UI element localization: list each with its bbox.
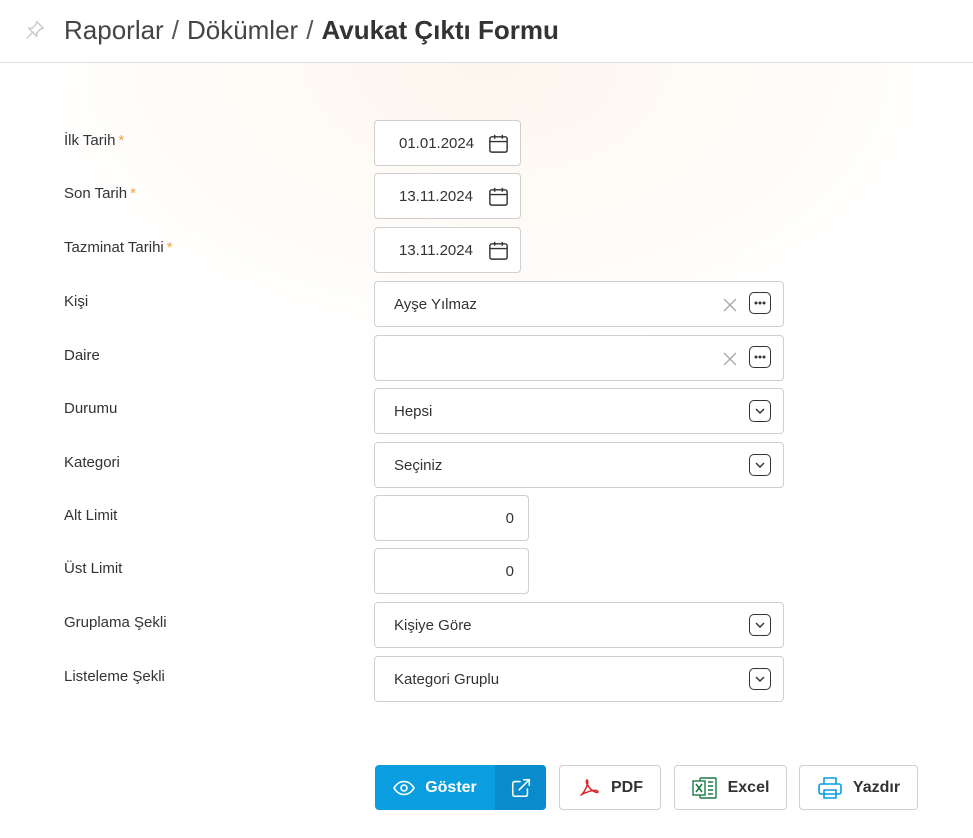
breadcrumb-separator: / bbox=[306, 15, 314, 45]
show-button-group: Göster bbox=[375, 765, 546, 810]
end-date-input[interactable]: 13.11.2024 bbox=[374, 173, 521, 219]
breadcrumb-separator: / bbox=[171, 15, 179, 45]
person-label: Kişi bbox=[64, 293, 89, 310]
calendar-icon[interactable] bbox=[487, 239, 510, 262]
clear-icon[interactable] bbox=[723, 298, 737, 312]
person-lookup-input[interactable]: Ayşe Yılmaz bbox=[374, 281, 784, 327]
ellipsis-icon bbox=[754, 301, 766, 305]
pdf-icon bbox=[580, 778, 599, 796]
listing-value: Kategori Gruplu bbox=[394, 671, 500, 688]
dropdown-toggle[interactable] bbox=[749, 614, 771, 636]
upper-limit-label: Üst Limit bbox=[64, 560, 123, 577]
eye-icon bbox=[393, 780, 416, 795]
category-label: Kategori bbox=[64, 454, 120, 471]
dropdown-toggle[interactable] bbox=[749, 400, 771, 422]
required-mark: * bbox=[166, 239, 173, 256]
clear-icon[interactable] bbox=[723, 352, 737, 366]
compensation-date-label: Tazminat Tarihi * bbox=[64, 239, 173, 256]
person-value: Ayşe Yılmaz bbox=[394, 296, 477, 313]
page-title: Avukat Çıktı Formu bbox=[321, 15, 559, 45]
calendar-icon[interactable] bbox=[487, 132, 510, 155]
required-mark: * bbox=[118, 132, 125, 149]
category-select[interactable]: Seçiniz bbox=[374, 442, 784, 488]
pdf-button-label: PDF bbox=[611, 778, 643, 796]
external-link-icon bbox=[511, 778, 530, 797]
open-in-new-window-button[interactable] bbox=[495, 765, 546, 810]
calendar-icon[interactable] bbox=[487, 185, 510, 208]
excel-button[interactable]: Excel bbox=[674, 765, 787, 810]
ellipsis-icon bbox=[754, 355, 766, 359]
apartment-lookup-input[interactable] bbox=[374, 335, 784, 381]
pin-icon[interactable] bbox=[24, 19, 46, 41]
listing-label: Listeleme Şekli bbox=[64, 668, 165, 685]
chevron-down-icon bbox=[755, 462, 765, 468]
lower-limit-label: Alt Limit bbox=[64, 507, 118, 524]
breadcrumb-reports[interactable]: Raporlar bbox=[64, 15, 164, 45]
more-options-button[interactable] bbox=[749, 292, 771, 314]
grouping-value: Kişiye Göre bbox=[394, 617, 472, 634]
page-header: Raporlar / Dökümler / Avukat Çıktı Formu bbox=[0, 0, 973, 63]
compensation-date-input[interactable]: 13.11.2024 bbox=[374, 227, 521, 273]
upper-limit-value: 0 bbox=[505, 563, 514, 580]
excel-button-label: Excel bbox=[727, 778, 770, 796]
upper-limit-input[interactable]: 0 bbox=[374, 548, 529, 594]
end-date-value: 13.11.2024 bbox=[399, 188, 473, 205]
status-value: Hepsi bbox=[394, 403, 433, 420]
grouping-label: Gruplama Şekli bbox=[64, 614, 167, 631]
excel-icon bbox=[691, 776, 717, 799]
chevron-down-icon bbox=[755, 676, 765, 682]
print-button[interactable]: Yazdır bbox=[799, 765, 918, 810]
chevron-down-icon bbox=[755, 408, 765, 414]
pdf-button[interactable]: PDF bbox=[559, 765, 661, 810]
start-date-value: 01.01.2024 bbox=[399, 135, 475, 152]
end-date-label: Son Tarih * bbox=[64, 185, 136, 202]
printer-icon bbox=[818, 776, 842, 799]
start-date-label: İlk Tarih * bbox=[64, 132, 125, 149]
more-options-button[interactable] bbox=[749, 346, 771, 368]
breadcrumb: Raporlar / Dökümler / Avukat Çıktı Formu bbox=[64, 14, 559, 46]
lower-limit-value: 0 bbox=[505, 510, 514, 527]
grouping-select[interactable]: Kişiye Göre bbox=[374, 602, 784, 648]
listing-select[interactable]: Kategori Gruplu bbox=[374, 656, 784, 702]
apartment-label: Daire bbox=[64, 347, 100, 364]
dropdown-toggle[interactable] bbox=[749, 454, 771, 476]
lower-limit-input[interactable]: 0 bbox=[374, 495, 529, 541]
status-select[interactable]: Hepsi bbox=[374, 388, 784, 434]
breadcrumb-documents[interactable]: Dökümler bbox=[187, 15, 298, 45]
chevron-down-icon bbox=[755, 622, 765, 628]
status-label: Durumu bbox=[64, 400, 118, 417]
required-mark: * bbox=[130, 185, 136, 202]
print-button-label: Yazdır bbox=[852, 778, 901, 796]
compensation-date-value: 13.11.2024 bbox=[399, 242, 473, 259]
category-value: Seçiniz bbox=[394, 457, 443, 474]
start-date-input[interactable]: 01.01.2024 bbox=[374, 120, 521, 166]
show-button-label: Göster bbox=[425, 778, 477, 796]
show-button[interactable]: Göster bbox=[375, 765, 495, 810]
dropdown-toggle[interactable] bbox=[749, 668, 771, 690]
